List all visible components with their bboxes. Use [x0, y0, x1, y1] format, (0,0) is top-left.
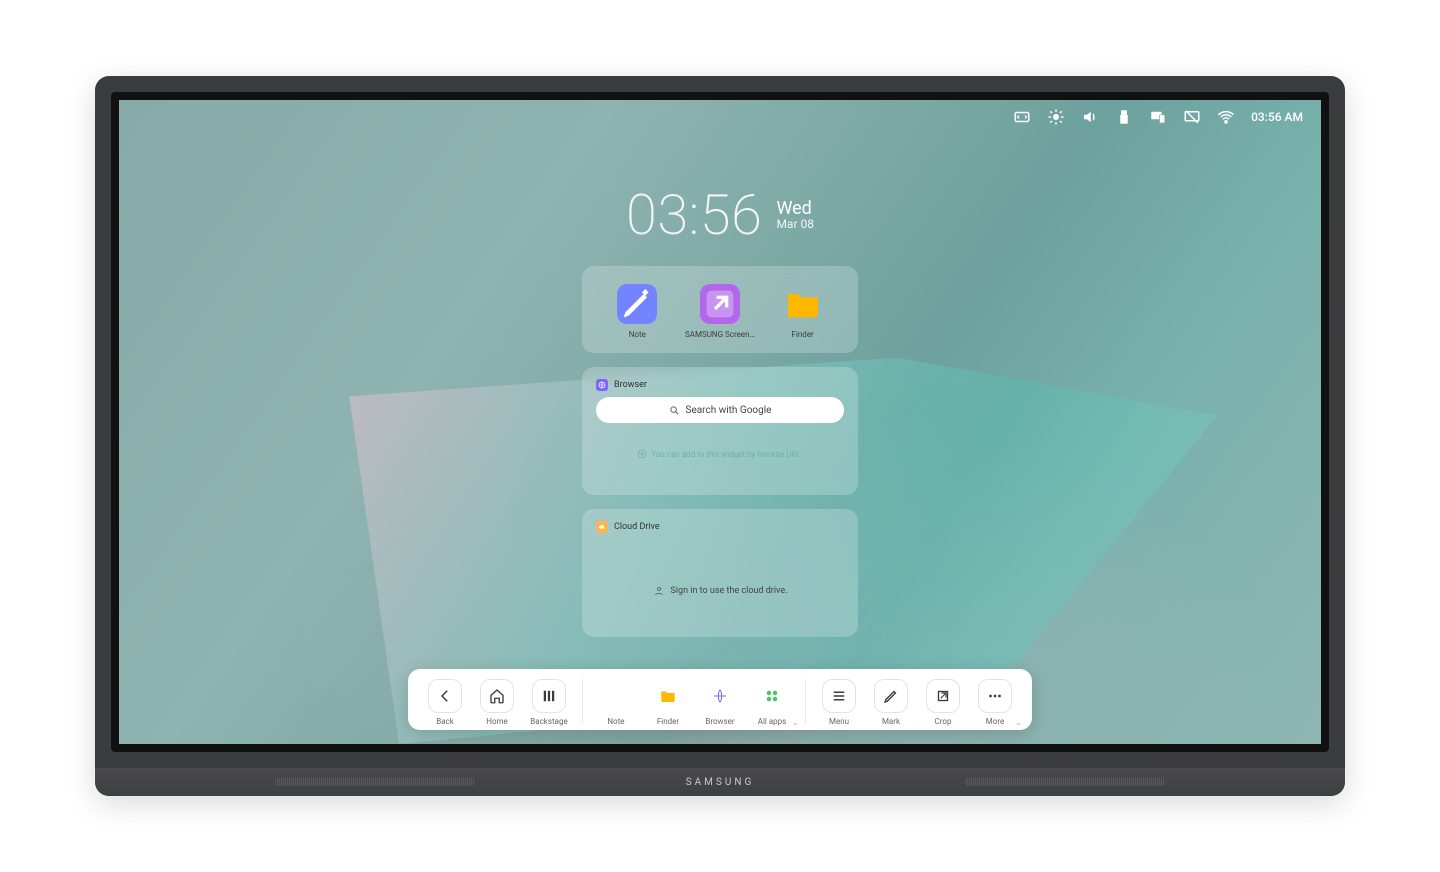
browser-widget: Browser Search with Google You can add t…: [582, 367, 858, 495]
dock-browser[interactable]: Browser: [697, 679, 743, 726]
pencil-icon: [874, 679, 908, 713]
dock-label: Browser: [705, 717, 734, 726]
volume-icon[interactable]: [1081, 108, 1099, 126]
quick-app-samsung-screen-[interactable]: SAMSUNG Screen...: [684, 284, 756, 339]
dock-all-apps[interactable]: All apps: [749, 679, 795, 726]
dock-menu[interactable]: Menu: [816, 679, 862, 726]
browser-mini-icon: [596, 379, 608, 391]
cloud-drive-widget: Cloud Drive Sign in to use the cloud dri…: [582, 509, 858, 637]
user-icon: [653, 585, 665, 597]
wifi-icon[interactable]: [1217, 108, 1235, 126]
dock-more[interactable]: More: [972, 679, 1018, 726]
dock-label: Menu: [829, 717, 849, 726]
quick-app-note[interactable]: Note: [601, 284, 673, 339]
menu-icon: [822, 679, 856, 713]
dock-label: All apps: [758, 717, 787, 726]
chevron-down-icon[interactable]: ⌄: [1014, 718, 1022, 728]
pen-icon: [617, 284, 657, 324]
usb-icon[interactable]: [1115, 108, 1133, 126]
dock-label: Note: [607, 717, 624, 726]
globe-icon: [703, 679, 737, 713]
dock-label: Backstage: [530, 717, 567, 726]
dock-mark[interactable]: Mark: [868, 679, 914, 726]
devices-icon[interactable]: [1149, 108, 1167, 126]
dock-label: Mark: [882, 717, 900, 726]
cloud-mini-icon: [596, 521, 608, 533]
folder-icon: [783, 284, 823, 324]
browser-widget-title: Browser: [614, 380, 647, 390]
brand-label: SAMSUNG: [686, 777, 755, 788]
app-label: Note: [629, 330, 646, 339]
home-icon: [480, 679, 514, 713]
dock-separator: [582, 679, 583, 723]
clock-date: Mar 08: [776, 218, 814, 231]
home-button[interactable]: Home: [474, 679, 520, 726]
dock-label: Finder: [657, 717, 679, 726]
dock-note[interactable]: Note: [593, 679, 639, 726]
home-widgets: 03:56 Wed Mar 08 Note SAMSUNG Screen... Fi…: [582, 182, 858, 651]
more-icon: [978, 679, 1012, 713]
chevron-down-icon[interactable]: ⌄: [791, 718, 799, 728]
backstage-button[interactable]: Backstage: [526, 679, 572, 726]
search-input[interactable]: Search with Google: [596, 397, 844, 423]
backstage-icon: [532, 679, 566, 713]
clock-widget: 03:56 Wed Mar 08: [626, 182, 814, 248]
device-frame: 03:56 AM 03:56 Wed Mar 08 Note SAMSUNG Sc…: [95, 76, 1345, 796]
quick-app-finder[interactable]: Finder: [767, 284, 839, 339]
dock-label: Back: [436, 717, 454, 726]
share-icon: [700, 284, 740, 324]
status-time: 03:56 AM: [1251, 110, 1303, 124]
dock-label: More: [986, 717, 1004, 726]
pen-icon: [599, 679, 633, 713]
device-brand-bar: SAMSUNG: [95, 768, 1345, 796]
dock-finder[interactable]: Finder: [645, 679, 691, 726]
quick-apps-card: Note SAMSUNG Screen... Finder: [582, 266, 858, 353]
clock-day: Wed: [776, 199, 814, 219]
plus-circle-icon: [637, 449, 647, 459]
grid-icon: [755, 679, 789, 713]
folder-icon: [651, 679, 685, 713]
app-label: SAMSUNG Screen...: [685, 330, 755, 339]
crop-icon: [926, 679, 960, 713]
dock-crop[interactable]: Crop: [920, 679, 966, 726]
transfer-icon[interactable]: [1013, 108, 1031, 126]
cloud-widget-title: Cloud Drive: [614, 522, 660, 532]
search-icon: [669, 405, 680, 416]
dock-label: Home: [486, 717, 508, 726]
brightness-icon[interactable]: [1047, 108, 1065, 126]
dock-separator: [805, 679, 806, 723]
chevron-left-icon: [428, 679, 462, 713]
search-placeholder: Search with Google: [686, 405, 772, 416]
clock-time: 03:56: [626, 182, 762, 248]
browser-hint[interactable]: You can add to this widget by favorite U…: [596, 449, 844, 459]
app-label: Finder: [792, 330, 814, 339]
dock-label: Crop: [935, 717, 952, 726]
cast-off-icon[interactable]: [1183, 108, 1201, 126]
screen: 03:56 AM 03:56 Wed Mar 08 Note SAMSUNG Sc…: [111, 92, 1329, 752]
cloud-signin-prompt[interactable]: Sign in to use the cloud drive.: [596, 539, 844, 643]
dock: Back Home Backstage Note Finder Browser All a…: [408, 669, 1032, 730]
status-bar: 03:56 AM: [1013, 108, 1303, 126]
back-button[interactable]: Back: [422, 679, 468, 726]
